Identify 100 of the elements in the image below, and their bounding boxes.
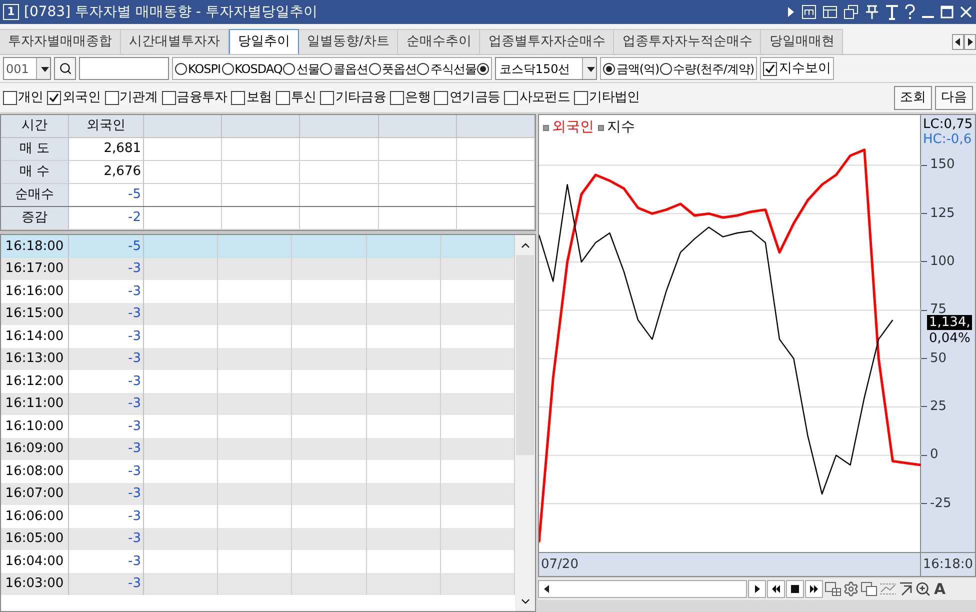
tab[interactable]: 업종별투자자순매수 xyxy=(480,29,614,54)
radio-button[interactable] xyxy=(320,62,332,74)
change-label: 0,04% xyxy=(929,331,970,346)
tab[interactable]: 시간대별투자자 xyxy=(121,29,229,54)
radio-label: 수량(천주/계약) xyxy=(673,60,754,78)
checkbox-label: 사모펀드 xyxy=(519,88,570,107)
window-title: [0783] 투자자별 매매동향 - 투자자별당일추이 xyxy=(24,2,318,22)
checkbox[interactable] xyxy=(390,90,404,104)
table-cell: 2,676 xyxy=(69,161,144,183)
radio-button[interactable] xyxy=(368,62,381,74)
horizontal-scrollbar[interactable] xyxy=(538,580,747,598)
stop-icon xyxy=(790,584,800,594)
memo-icon[interactable] xyxy=(801,4,817,20)
cursor-arrow-icon[interactable] xyxy=(898,581,914,597)
close-icon[interactable] xyxy=(959,4,973,20)
code-input-field[interactable] xyxy=(79,57,169,80)
radio-label: 풋옵션 xyxy=(382,60,416,78)
axis-tick-label: -25 xyxy=(929,496,952,512)
radio-button[interactable] xyxy=(603,62,616,74)
fast-forward-icon xyxy=(809,584,819,594)
help-icon[interactable] xyxy=(904,4,916,20)
scrollbar-thumb[interactable] xyxy=(516,255,534,455)
row-header: 순매수 xyxy=(1,184,69,206)
table-row[interactable]: 16:03:00 -3 xyxy=(1,572,515,595)
font-icon[interactable] xyxy=(885,4,899,20)
radio-button[interactable] xyxy=(175,62,187,74)
radio-button[interactable] xyxy=(660,62,672,74)
table-cell: 2,681 xyxy=(69,138,144,160)
lc-label: LC:0,75 xyxy=(923,117,973,132)
radio-label: KOSDAQ xyxy=(234,60,282,78)
rewind-icon xyxy=(771,584,781,594)
checkbox-label: 지수보이 xyxy=(779,60,832,78)
checkbox[interactable] xyxy=(320,90,334,104)
table-row[interactable]: 16:15:00 -3 xyxy=(1,302,515,325)
tab[interactable]: 업종투자자누적순매수 xyxy=(614,29,762,54)
search-icon xyxy=(58,62,72,75)
checkbox[interactable] xyxy=(276,90,290,104)
radio-button[interactable] xyxy=(477,62,490,74)
market-dropdown[interactable]: 코스닥150선 xyxy=(495,57,598,80)
legend-label: 외국인 xyxy=(552,118,594,137)
axis-tick-label: 75 xyxy=(929,302,947,318)
play-icon xyxy=(752,584,762,594)
grid-window-icon[interactable] xyxy=(824,581,842,597)
legend-marker xyxy=(598,124,604,130)
checkbox[interactable] xyxy=(434,90,448,104)
action-button[interactable]: 다음 xyxy=(935,86,973,110)
axis-tick-label: 25 xyxy=(929,398,947,415)
end-time-label: 16:18:0 xyxy=(922,556,974,574)
search-button[interactable] xyxy=(54,57,76,80)
checkbox[interactable] xyxy=(3,90,17,104)
fast-forward-button[interactable] xyxy=(805,580,823,598)
checkbox[interactable] xyxy=(47,90,62,104)
checkbox-label: 은행 xyxy=(405,88,430,107)
checkbox[interactable] xyxy=(162,90,176,104)
overlap-windows-icon[interactable] xyxy=(860,581,878,597)
radio-button[interactable] xyxy=(222,62,234,74)
maximize-icon[interactable] xyxy=(940,4,954,20)
table-row[interactable]: 16:17:00 -3 xyxy=(1,258,515,280)
vertical-scrollbar[interactable] xyxy=(515,235,535,611)
table-row[interactable]: 16:18:00 -5 xyxy=(1,235,515,258)
layout-icon[interactable] xyxy=(822,4,838,20)
checkbox[interactable] xyxy=(763,62,778,76)
radio-button[interactable] xyxy=(283,62,296,74)
tab[interactable]: 당일매매현 xyxy=(761,29,844,54)
row-header: 매 도 xyxy=(1,138,69,160)
font-size-button[interactable]: A xyxy=(932,578,948,600)
checkbox[interactable] xyxy=(504,90,518,104)
table-row[interactable]: 16:07:00 -3 xyxy=(1,482,515,505)
checkbox[interactable] xyxy=(231,90,246,104)
play-button[interactable] xyxy=(748,580,766,598)
play-icon[interactable] xyxy=(786,6,796,18)
tab[interactable]: 순매수추이 xyxy=(398,29,480,54)
checkbox-label: 기관계 xyxy=(120,88,158,107)
checkbox[interactable] xyxy=(574,90,588,104)
action-button[interactable]: 조회 xyxy=(894,86,932,110)
zoom-icon[interactable] xyxy=(915,581,931,597)
rewind-button[interactable] xyxy=(767,580,785,598)
start-date-label: 07/20 xyxy=(539,553,921,576)
radio-button[interactable] xyxy=(417,62,430,74)
windows-icon[interactable] xyxy=(843,4,859,20)
scroll-left-icon[interactable] xyxy=(542,583,552,595)
axis-tick-label: 125 xyxy=(929,206,955,222)
radio-label: 금액(억) xyxy=(616,60,660,78)
table-row[interactable]: 16:13:00 -3 xyxy=(1,348,515,370)
tab[interactable]: 투자자별매매종합 xyxy=(0,29,121,54)
checkbox-label: 보험 xyxy=(246,88,272,107)
pin-icon[interactable] xyxy=(864,4,880,20)
table-row[interactable]: 16:05:00 -3 xyxy=(1,528,515,550)
window-number-badge: 1 xyxy=(3,4,19,20)
code-dropdown[interactable]: 001 xyxy=(3,57,51,80)
legend-label: 지수 xyxy=(607,118,635,137)
table-row[interactable]: 16:09:00 -3 xyxy=(1,438,515,460)
tab[interactable]: 일별동향/차트 xyxy=(299,29,398,54)
checkbox-label: 기타법인 xyxy=(589,88,640,107)
stop-button[interactable] xyxy=(786,580,804,598)
settings-icon[interactable] xyxy=(843,581,859,597)
column-header: 외국인 xyxy=(69,115,144,137)
tab[interactable]: 당일추이 xyxy=(229,29,299,54)
checkbox[interactable] xyxy=(104,90,119,104)
table-row[interactable]: 16:11:00 -3 xyxy=(1,392,515,415)
